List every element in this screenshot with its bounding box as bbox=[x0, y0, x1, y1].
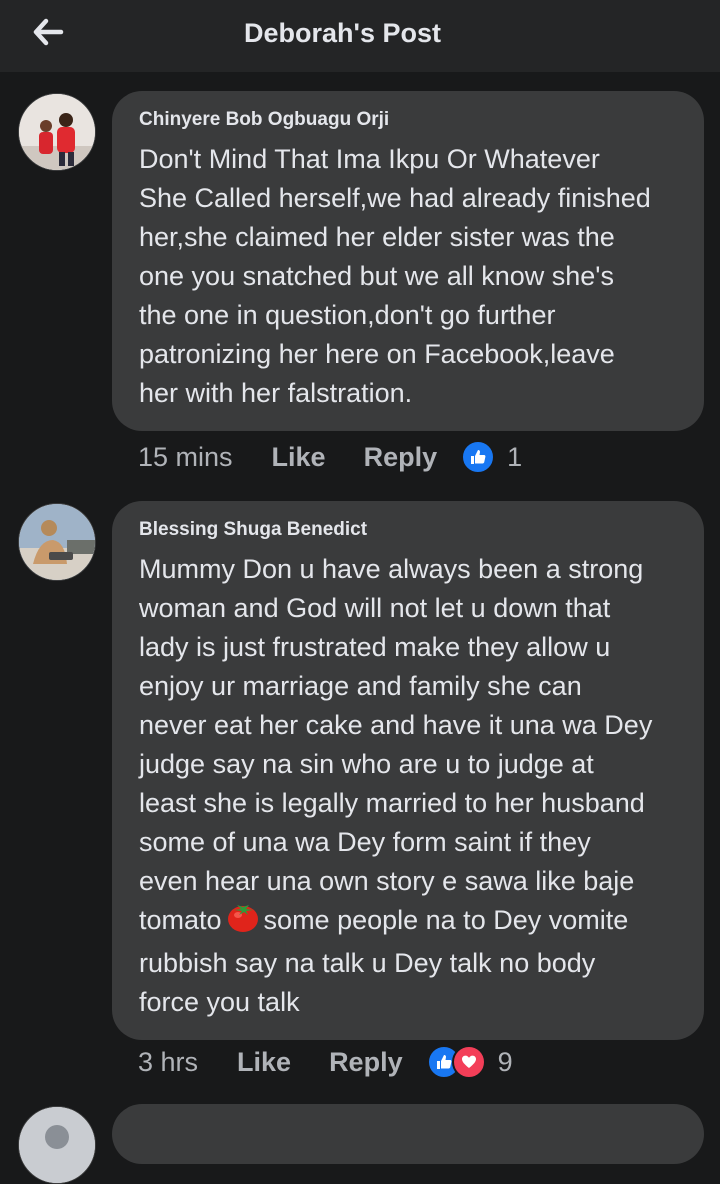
love-reaction-icon bbox=[451, 1045, 486, 1079]
reaction-summary[interactable]: 1 bbox=[461, 440, 522, 474]
like-button[interactable]: Like bbox=[237, 1047, 291, 1078]
avatar-photo bbox=[19, 94, 95, 170]
reply-button[interactable]: Reply bbox=[364, 442, 438, 473]
reaction-count: 1 bbox=[507, 441, 523, 472]
comment-actions: 3 hrs Like Reply 9 bbox=[138, 1042, 513, 1082]
reaction-summary[interactable]: 9 bbox=[426, 1045, 513, 1079]
comment-text: Mummy Don u have always been a strong wo… bbox=[139, 550, 680, 1022]
top-bar: Deborah's Post bbox=[0, 0, 720, 72]
comment-bubble[interactable] bbox=[112, 1104, 704, 1164]
like-reaction-icon bbox=[461, 440, 496, 474]
avatar[interactable] bbox=[18, 1106, 96, 1184]
avatar[interactable] bbox=[18, 93, 96, 171]
avatar[interactable] bbox=[18, 503, 96, 581]
comment-author[interactable]: Chinyere Bob Ogbuagu Orji bbox=[139, 108, 680, 132]
comment-timestamp[interactable]: 15 mins bbox=[138, 442, 233, 473]
comment-timestamp[interactable]: 3 hrs bbox=[138, 1047, 198, 1078]
comment-bubble[interactable]: Chinyere Bob Ogbuagu Orji Don't Mind Tha… bbox=[112, 91, 704, 431]
comment-text: Don't Mind That Ima Ikpu Or Whatever She… bbox=[139, 144, 651, 408]
reply-button[interactable]: Reply bbox=[329, 1047, 403, 1078]
like-button[interactable]: Like bbox=[272, 442, 326, 473]
tomato-emoji bbox=[226, 901, 260, 944]
comment-author[interactable]: Blessing Shuga Benedict bbox=[139, 518, 680, 542]
comment-actions: 15 mins Like Reply 1 bbox=[138, 437, 522, 477]
comment-text-part: Mummy Don u have always been a strong wo… bbox=[139, 554, 653, 935]
avatar-photo bbox=[19, 1107, 95, 1183]
page-title: Deborah's Post bbox=[244, 18, 441, 48]
comment-bubble[interactable]: Blessing Shuga Benedict Mummy Don u have… bbox=[112, 501, 704, 1040]
reaction-count: 9 bbox=[497, 1046, 513, 1077]
avatar-photo bbox=[19, 504, 95, 580]
